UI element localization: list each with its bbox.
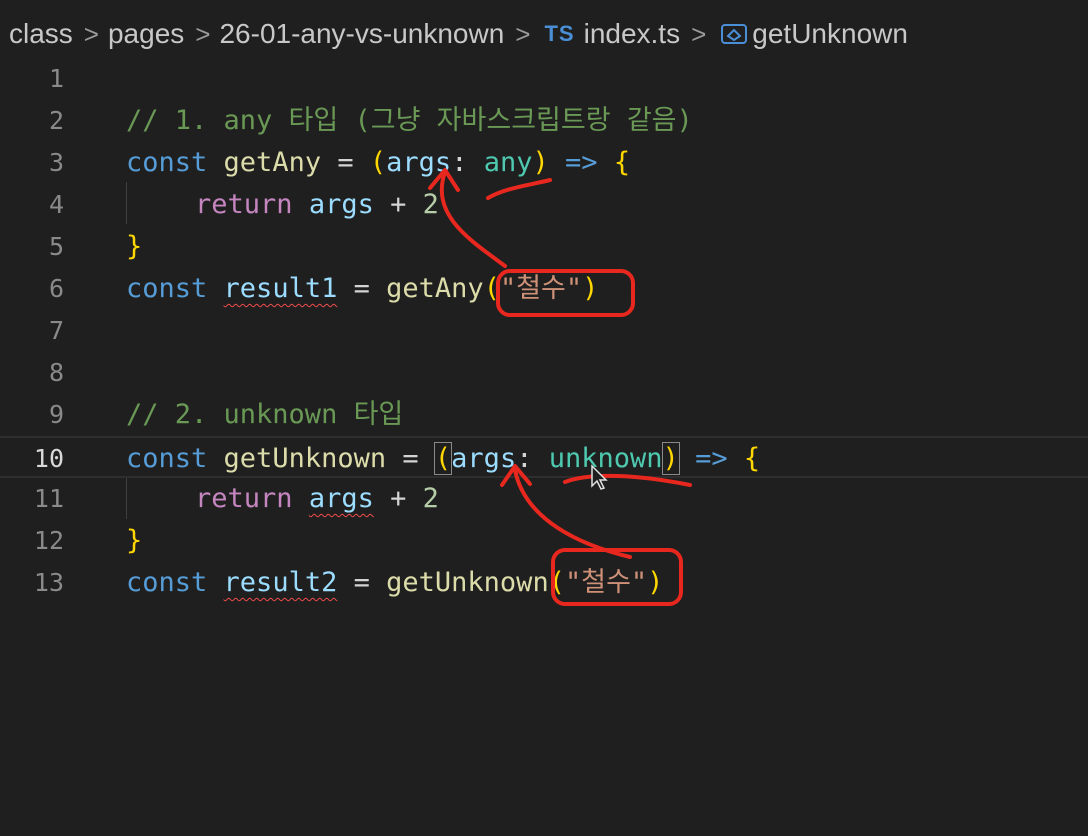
- type-annotation: any: [483, 147, 533, 178]
- code-line[interactable]: 4 return args + 2: [0, 184, 1088, 226]
- keyword: return: [195, 483, 293, 514]
- code-text: return args + 2: [195, 189, 439, 220]
- parameter: args: [386, 147, 452, 178]
- string-literal: "철수": [564, 567, 648, 598]
- line-number: 4: [48, 190, 64, 219]
- line-number: 3: [48, 148, 64, 177]
- line-number: 6: [48, 274, 64, 303]
- code-line[interactable]: 7: [0, 310, 1088, 352]
- breadcrumb-item-class[interactable]: class: [0, 18, 73, 50]
- keyword: const: [126, 273, 208, 304]
- keyword: const: [126, 567, 208, 598]
- variable-name: result2: [223, 567, 338, 598]
- line-number: 2: [48, 106, 64, 135]
- brace: }: [126, 525, 143, 556]
- code-text: return args + 2: [195, 483, 439, 514]
- function-call: getUnknown: [386, 567, 549, 598]
- type-annotation: unknown: [548, 443, 663, 474]
- method-icon: [720, 21, 748, 47]
- line-number: 11: [33, 484, 64, 513]
- code-line[interactable]: 6 const result1 = getAny("철수"): [0, 268, 1088, 310]
- function-name: getAny: [223, 147, 322, 178]
- line-number: 13: [33, 568, 64, 597]
- keyword: const: [126, 147, 208, 178]
- code-text: const getAny = (args: any) => {: [126, 147, 631, 178]
- code-line[interactable]: 5 }: [0, 226, 1088, 268]
- parameter: args: [308, 483, 374, 514]
- breadcrumb-item-folder[interactable]: 26-01-any-vs-unknown: [210, 18, 504, 50]
- code-line[interactable]: 1: [0, 58, 1088, 100]
- line-number: 5: [48, 232, 64, 261]
- code-line[interactable]: 9 // 2. unknown 타입: [0, 394, 1088, 436]
- typescript-file-icon: TS: [544, 21, 575, 46]
- parameter: args: [451, 443, 517, 474]
- chevron-right-icon: >: [691, 18, 707, 49]
- line-number: 1: [48, 64, 64, 93]
- code-line[interactable]: 12 }: [0, 520, 1088, 562]
- brace: }: [126, 231, 143, 262]
- breadcrumb-item-file[interactable]: index.ts: [584, 18, 681, 50]
- function-call: getAny: [386, 273, 484, 304]
- code-line[interactable]: 8: [0, 352, 1088, 394]
- code-text: const result2 = getUnknown("철수"): [126, 567, 664, 598]
- chevron-right-icon: >: [83, 18, 99, 49]
- keyword: return: [195, 189, 293, 220]
- code-text: const getUnknown = (args: unknown) => {: [126, 442, 761, 475]
- chevron-right-icon: >: [195, 18, 211, 49]
- line-number: 12: [33, 526, 64, 555]
- line-number: 8: [48, 358, 64, 387]
- code-text: const result1 = getAny("철수"): [126, 273, 599, 304]
- code-line[interactable]: 3 const getAny = (args: any) => {: [0, 142, 1088, 184]
- line-number: 9: [48, 400, 64, 429]
- code-line[interactable]: 2 // 1. any 타입 (그냥 자바스크립트랑 같음): [0, 100, 1088, 142]
- code-line[interactable]: 11 return args + 2: [0, 478, 1088, 520]
- code-line[interactable]: 13 const result2 = getUnknown("철수"): [0, 562, 1088, 604]
- breadcrumb-item-symbol[interactable]: getUnknown: [752, 18, 908, 50]
- parameter: args: [308, 189, 374, 220]
- breadcrumb-item-pages[interactable]: pages: [99, 18, 184, 50]
- comment: // 2. unknown 타입: [126, 399, 404, 430]
- line-number: 7: [48, 316, 64, 345]
- chevron-right-icon: >: [515, 18, 531, 49]
- keyword: const: [126, 443, 208, 474]
- number-literal: 2: [422, 189, 439, 220]
- comment: // 1. any 타입 (그냥 자바스크립트랑 같음): [126, 105, 693, 136]
- line-number: 10: [33, 444, 64, 473]
- number-literal: 2: [422, 483, 439, 514]
- variable-name: result1: [223, 273, 338, 304]
- code-line-current[interactable]: 10 const getUnknown = (args: unknown) =>…: [0, 436, 1088, 478]
- function-name: getUnknown: [223, 443, 387, 474]
- string-literal: "철수": [499, 273, 583, 304]
